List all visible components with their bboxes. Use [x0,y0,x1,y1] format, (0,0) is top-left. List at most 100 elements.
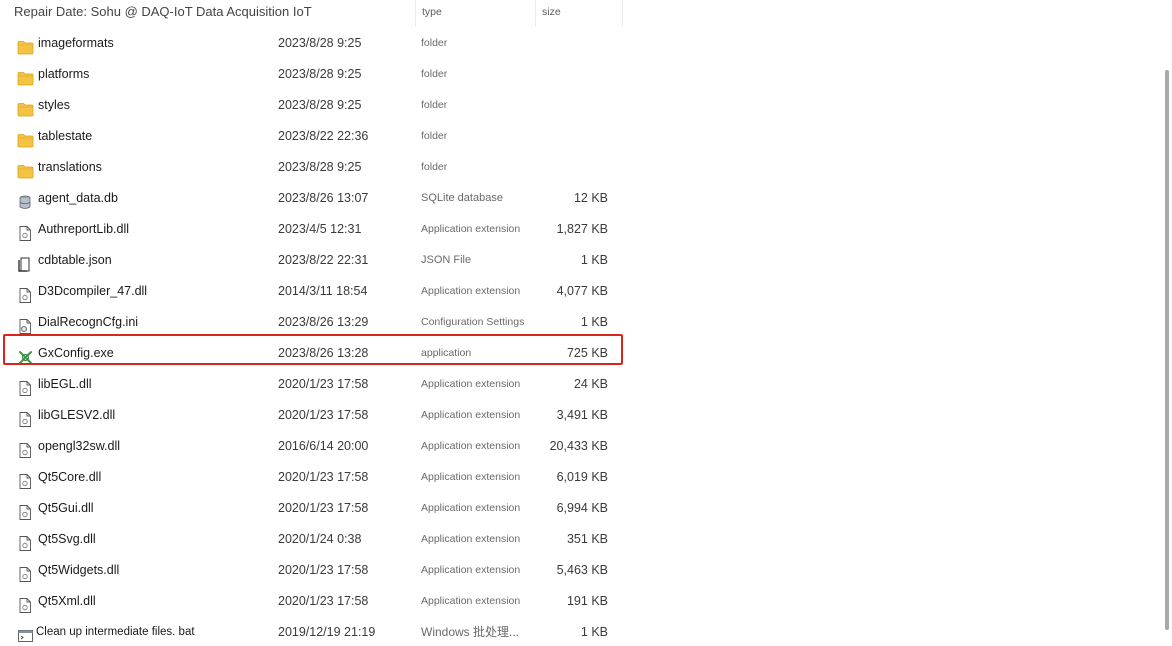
file-type: Application extension [421,440,521,452]
dll-file-icon [17,563,34,582]
file-type: Application extension [421,533,521,545]
file-date-modified: 2020/1/23 17:58 [278,501,369,515]
file-size: 3,491 KB [556,408,608,422]
file-size [540,152,608,183]
app-exe-icon [17,346,34,364]
file-type: Application extension [421,564,521,576]
file-row[interactable]: Clean up intermediate files. bat 2019/12… [0,617,640,646]
file-date-modified: 2023/8/28 9:25 [278,36,362,50]
file-row[interactable]: imageformats 2023/8/28 9:25 folder [0,28,640,59]
file-row-selected[interactable]: GxConfig.exe 2023/8/26 13:28 application… [0,338,640,369]
file-name: platforms [38,67,90,81]
file-type: Application extension [421,471,521,483]
file-name: DialRecognCfg.ini [38,315,139,329]
file-size: 725 KB [566,346,608,360]
file-name: translations [38,160,102,174]
file-row[interactable]: Qt5Gui.dll 2020/1/23 17:58 Application e… [0,493,640,524]
folder-icon [17,36,34,55]
file-date-modified: 2023/4/5 12:31 [278,222,362,236]
file-size: 6,994 KB [556,501,608,515]
file-row[interactable]: AuthreportLib.dll 2023/4/5 12:31 Applica… [0,214,640,245]
dll-file-icon [17,284,34,303]
file-row[interactable]: agent_data.db 2023/8/26 13:07 SQLite dat… [0,183,640,214]
file-type: Windows 批处理... [421,625,520,639]
file-row[interactable]: Qt5Widgets.dll 2020/1/23 17:58 Applicati… [0,555,640,586]
file-size: 191 KB [566,594,608,608]
file-date-modified: 2020/1/23 17:58 [278,377,369,391]
file-name: Qt5Svg.dll [38,532,96,546]
file-name: Clean up intermediate files. bat [36,626,195,638]
dll-file-icon [17,377,34,396]
file-type: application [421,347,472,359]
file-size: 20,433 KB [549,439,608,453]
file-size [540,28,608,59]
file-date-modified: 2020/1/23 17:58 [278,408,369,422]
file-size [540,90,608,121]
dll-file-icon [17,470,34,489]
header-title[interactable]: Repair Date: Sohu @ DAQ-IoT Data Acquisi… [14,0,410,27]
file-size [540,121,608,152]
file-type: SQLite database [421,192,503,204]
file-size: 1 KB [580,625,608,639]
file-type: Application extension [421,378,521,390]
file-date-modified: 2023/8/28 9:25 [278,98,362,112]
database-file-icon [17,191,34,209]
file-name: Qt5Xml.dll [38,594,96,608]
file-date-modified: 2020/1/23 17:58 [278,563,369,577]
dll-file-icon [17,532,34,551]
dll-file-icon [17,222,34,241]
file-type: Configuration Settings [421,316,525,328]
file-type: folder [421,130,448,142]
file-row[interactable]: DialRecognCfg.ini 2023/8/26 13:29 Config… [0,307,640,338]
file-row[interactable]: Qt5Svg.dll 2020/1/24 0:38 Application ex… [0,524,640,555]
file-size: 24 KB [573,377,608,391]
file-date-modified: 2023/8/22 22:36 [278,129,369,143]
vertical-scrollbar[interactable] [1165,70,1169,630]
file-date-modified: 2023/8/26 13:28 [278,346,369,360]
file-row[interactable]: cdbtable.json 2023/8/22 22:31 JSON File … [0,245,640,276]
json-file-icon [17,253,34,272]
file-name: opengl32sw.dll [38,439,121,453]
column-header-type[interactable]: type [415,0,542,27]
file-row[interactable]: libEGL.dll 2020/1/23 17:58 Application e… [0,369,640,400]
file-name: Qt5Gui.dll [38,501,94,515]
file-type: folder [421,161,448,173]
file-size: 351 KB [566,532,608,546]
file-date-modified: 2014/3/11 18:54 [278,284,368,298]
file-row[interactable]: platforms 2023/8/28 9:25 folder [0,59,640,90]
file-row[interactable]: styles 2023/8/28 9:25 folder [0,90,640,121]
file-row[interactable]: tablestate 2023/8/22 22:36 folder [0,121,640,152]
file-date-modified: 2023/8/28 9:25 [278,160,362,174]
file-name: styles [38,98,70,112]
file-date-modified: 2019/12/19 21:19 [278,625,376,639]
dll-file-icon [17,408,34,427]
file-date-modified: 2023/8/28 9:25 [278,67,362,81]
file-type: folder [421,68,448,80]
file-type: JSON File [421,254,472,266]
file-type: Application extension [421,409,521,421]
file-name: AuthreportLib.dll [38,222,130,236]
folder-icon [17,67,34,86]
file-row[interactable]: Qt5Xml.dll 2020/1/23 17:58 Application e… [0,586,640,617]
file-name: Qt5Widgets.dll [38,563,120,577]
file-date-modified: 2023/8/26 13:29 [278,315,369,329]
file-size: 1 KB [580,253,608,267]
file-size: 6,019 KB [556,470,608,484]
file-date-modified: 2016/6/14 20:00 [278,439,369,453]
dll-file-icon [17,501,34,520]
file-row[interactable]: D3Dcompiler_47.dll 2014/3/11 18:54 Appli… [0,276,640,307]
file-type: folder [421,99,448,111]
file-list: imageformats 2023/8/28 9:25 folder platf… [0,28,640,646]
column-header: Repair Date: Sohu @ DAQ-IoT Data Acquisi… [0,0,623,27]
file-name: libGLESV2.dll [38,408,116,422]
file-date-modified: 2020/1/24 0:38 [278,532,362,546]
file-type: Application extension [421,595,521,607]
file-type: folder [421,37,448,49]
file-row[interactable]: libGLESV2.dll 2020/1/23 17:58 Applicatio… [0,400,640,431]
folder-icon [17,129,34,148]
column-header-size[interactable]: size [535,0,623,27]
file-row[interactable]: opengl32sw.dll 2016/6/14 20:00 Applicati… [0,431,640,462]
file-row[interactable]: Qt5Core.dll 2020/1/23 17:58 Application … [0,462,640,493]
settings-file-icon [17,315,34,334]
file-row[interactable]: translations 2023/8/28 9:25 folder [0,152,640,183]
